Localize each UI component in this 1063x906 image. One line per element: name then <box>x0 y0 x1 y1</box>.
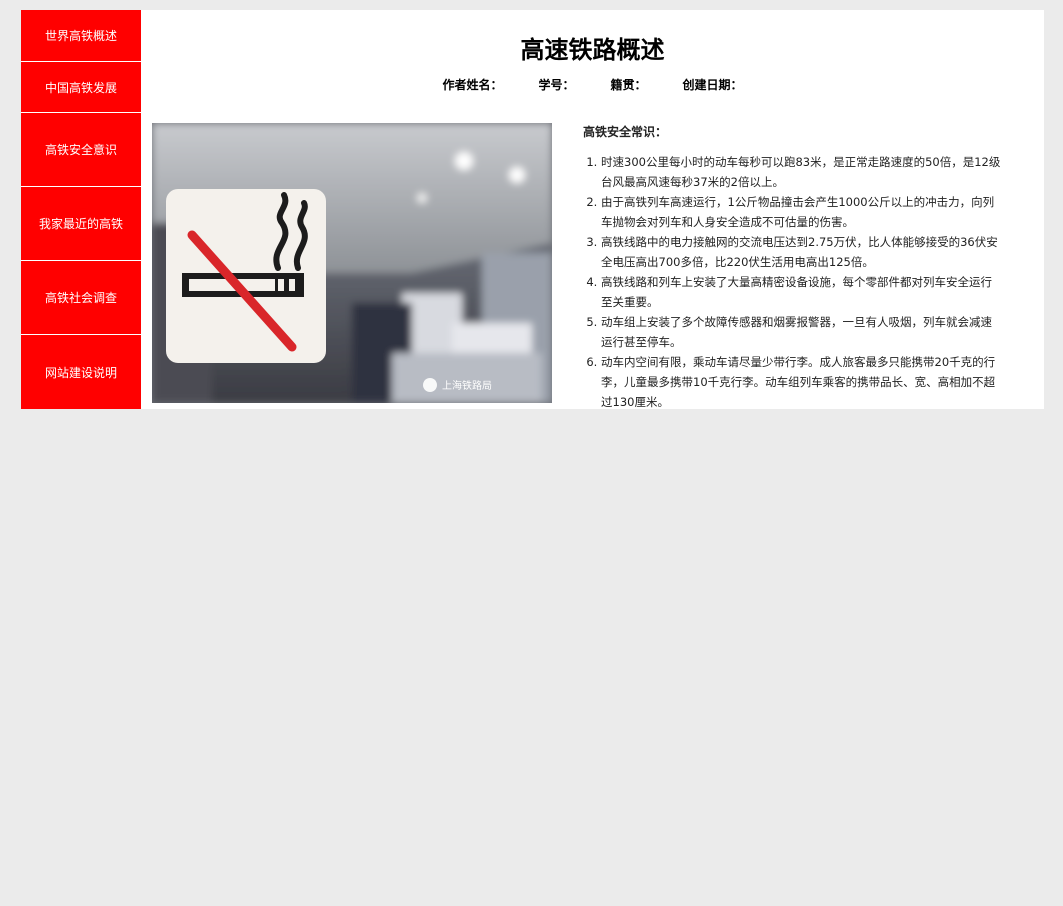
list-item: 动车内空间有限，乘动车请尽量少带行李。成人旅客最多只能携带20千克的行李，儿童最… <box>601 352 1003 412</box>
date-label: 创建日期： <box>682 78 743 92</box>
origin-label: 籍贯： <box>610 78 647 92</box>
wechat-icon <box>423 378 437 392</box>
nav-item-site-info[interactable]: 网站建设说明 <box>21 335 141 409</box>
student-id-label: 学号： <box>538 78 575 92</box>
author-label: 作者姓名： <box>442 78 503 92</box>
list-item: 时速300公里每小时的动车每秒可以跑83米，是正常走路速度的50倍，是12级台风… <box>601 152 1003 192</box>
tips-list: 时速300公里每小时的动车每秒可以跑83米，是正常走路速度的50倍，是12级台风… <box>571 152 1003 412</box>
list-item: 由于高铁列车高速运行，1公斤物品撞击会产生1000公斤以上的冲击力，向列车抛物会… <box>601 192 1003 232</box>
list-item: 动车组上安装了多个故障传感器和烟雾报警器，一旦有人吸烟，列车就会减速运行甚至停车… <box>601 312 1003 352</box>
nav-item-survey[interactable]: 高铁社会调查 <box>21 261 141 335</box>
sidebar-nav: 世界高铁概述 中国高铁发展 高铁安全意识 我家最近的高铁 高铁社会调查 网站建设… <box>21 10 141 409</box>
nav-item-safety[interactable]: 高铁安全意识 <box>21 113 141 187</box>
tips-heading: 高铁安全常识： <box>583 125 668 139</box>
nav-item-world-hsr[interactable]: 世界高铁概述 <box>21 10 141 62</box>
list-item: 高铁线路中的电力接触网的交流电压达到2.75万伏，比人体能够接受的36伏安全电压… <box>601 232 1003 272</box>
page-title: 高速铁路概述 <box>520 36 665 64</box>
page-container: 世界高铁概述 中国高铁发展 高铁安全意识 我家最近的高铁 高铁社会调查 网站建设… <box>21 10 1044 409</box>
main-content: 高速铁路概述 作者姓名： 学号： 籍贯： 创建日期： 上海铁路局 高铁安全常识：… <box>141 10 1044 409</box>
photo-watermark: 上海铁路局 <box>442 379 492 392</box>
author-meta: 作者姓名： 学号： 籍贯： 创建日期： <box>141 76 1044 93</box>
nav-item-china-hsr[interactable]: 中国高铁发展 <box>21 62 141 113</box>
no-smoking-photo: 上海铁路局 <box>152 123 552 403</box>
list-item: 高铁线路和列车上安装了大量高精密设备设施，每个零部件都对列车安全运行至关重要。 <box>601 272 1003 312</box>
nav-item-nearest-hsr[interactable]: 我家最近的高铁 <box>21 187 141 261</box>
no-smoking-sign-icon <box>166 189 326 363</box>
safety-tips: 高铁安全常识： 时速300公里每小时的动车每秒可以跑83米，是正常走路速度的50… <box>571 123 1003 412</box>
